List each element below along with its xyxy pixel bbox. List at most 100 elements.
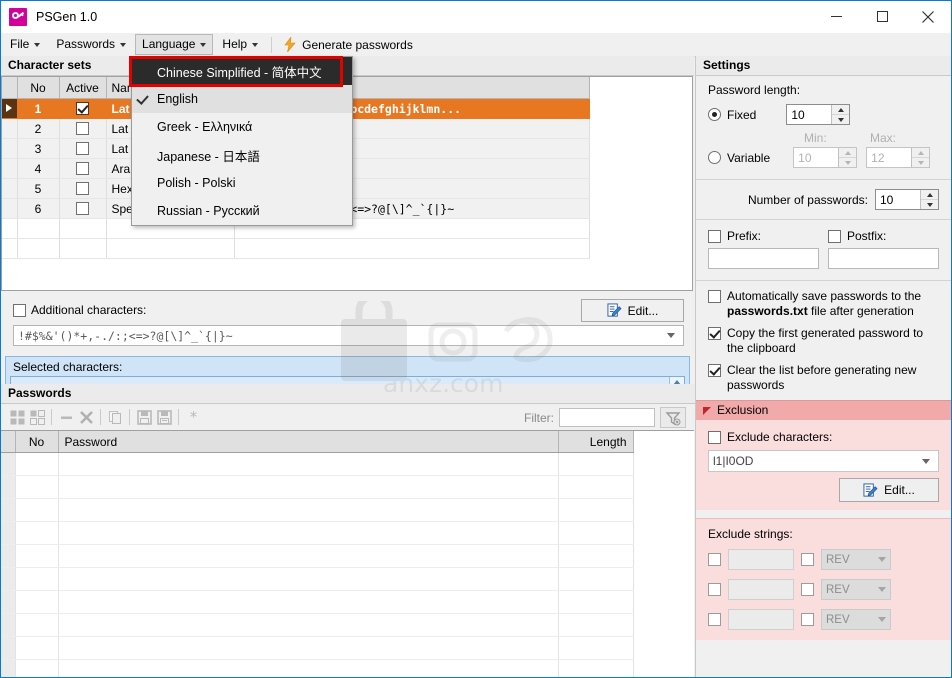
exclude-string-rev-checkbox[interactable] <box>801 583 814 596</box>
exclude-characters-toggle[interactable]: Exclude characters: <box>708 430 939 444</box>
table-row-empty[interactable] <box>1 475 634 499</box>
cell-active[interactable] <box>59 138 107 159</box>
cell-active[interactable] <box>59 178 107 199</box>
number-of-passwords-up[interactable] <box>921 190 938 200</box>
postfix-checkbox[interactable] <box>828 229 841 243</box>
col-password[interactable]: Password <box>58 431 559 453</box>
min-length-stepper[interactable]: 10 <box>793 147 858 168</box>
option-autosave[interactable]: Automatically save passwords to the pass… <box>708 289 941 319</box>
active-checkbox[interactable] <box>76 181 89 195</box>
active-checkbox[interactable] <box>76 121 89 135</box>
additional-characters-toggle[interactable]: Additional characters: <box>13 303 146 317</box>
exclusion-header[interactable]: Exclusion <box>696 400 951 420</box>
exclude-characters-combo[interactable]: l1|I0OD <box>708 450 939 472</box>
maximize-button[interactable] <box>859 1 905 32</box>
menu-passwords[interactable]: Passwords <box>49 34 133 55</box>
remove-icon[interactable] <box>56 407 76 427</box>
asterisk-icon[interactable]: * <box>183 407 203 427</box>
generate-passwords-button[interactable]: Generate passwords <box>278 35 419 54</box>
copy-icon[interactable] <box>105 407 125 427</box>
postfix-toggle[interactable]: Postfix: <box>828 229 886 243</box>
max-length-stepper[interactable]: 12 <box>866 147 931 168</box>
col-active[interactable]: Active <box>59 77 107 99</box>
save-all-icon[interactable] <box>154 407 174 427</box>
table-row-empty[interactable] <box>1 498 634 522</box>
filter-input[interactable] <box>559 408 655 427</box>
chevron-down-icon[interactable] <box>667 333 675 338</box>
fixed-length-stepper[interactable]: 10 <box>786 104 851 125</box>
chevron-down-icon[interactable] <box>922 458 930 464</box>
exclude-string-rev-select[interactable]: REV <box>821 579 891 600</box>
menu-file[interactable]: File <box>3 34 47 55</box>
option-copy-clipboard[interactable]: Copy the first generated password to the… <box>708 326 941 356</box>
exclude-characters-checkbox[interactable] <box>708 430 721 444</box>
max-length-up[interactable] <box>912 148 930 158</box>
col-password-no[interactable]: No <box>15 431 59 453</box>
col-password-length[interactable]: Length <box>558 431 634 453</box>
fixed-radio[interactable] <box>708 108 721 121</box>
menu-help[interactable]: Help <box>215 34 265 55</box>
table-row-empty[interactable] <box>1 613 634 637</box>
min-length-up[interactable] <box>839 148 857 158</box>
max-length-down[interactable] <box>912 158 929 167</box>
active-checkbox[interactable] <box>76 201 89 215</box>
menu-language[interactable]: Language <box>135 34 214 55</box>
passwords-grid[interactable]: No Password Length <box>1 430 694 677</box>
table-row-empty[interactable] <box>1 452 634 476</box>
additional-characters-checkbox[interactable] <box>13 303 26 317</box>
active-checkbox[interactable] <box>76 101 89 115</box>
save-icon[interactable] <box>134 407 154 427</box>
autosave-checkbox[interactable] <box>708 290 721 303</box>
select-all-icon[interactable] <box>7 407 27 427</box>
additional-characters-combo[interactable]: !#$%&'()*+,-./:;<=>?@[\]^_`{|}~ <box>13 325 684 346</box>
cell-active[interactable] <box>59 198 107 219</box>
exclude-string-input[interactable] <box>728 549 794 570</box>
postfix-input[interactable] <box>828 248 939 269</box>
fixed-length-down[interactable] <box>832 115 849 124</box>
exclude-string-rev-select[interactable]: REV <box>821 609 891 630</box>
table-row-empty[interactable] <box>1 636 634 660</box>
menu-item-russian[interactable]: Russian - Русский <box>132 197 352 225</box>
clear-list-checkbox[interactable] <box>708 364 721 377</box>
exclude-string-checkbox[interactable] <box>708 613 721 626</box>
menu-item-english[interactable]: English <box>132 85 352 113</box>
cell-active[interactable] <box>59 158 107 179</box>
min-length-down[interactable] <box>839 158 856 167</box>
delete-icon[interactable] <box>76 407 96 427</box>
close-button[interactable] <box>905 1 951 32</box>
active-checkbox[interactable] <box>76 141 89 155</box>
variable-radio[interactable] <box>708 151 721 164</box>
exclude-string-input[interactable] <box>728 609 794 630</box>
active-checkbox[interactable] <box>76 161 89 175</box>
exclusion-edit-button[interactable]: Edit... <box>839 478 939 502</box>
exclude-string-rev-checkbox[interactable] <box>801 553 814 566</box>
cell-active[interactable] <box>59 98 107 119</box>
number-of-passwords-stepper[interactable]: 10 <box>875 189 939 210</box>
option-clear-list[interactable]: Clear the list before generating new pas… <box>708 363 941 393</box>
minimize-button[interactable] <box>813 1 859 32</box>
filter-clear-button[interactable] <box>660 407 686 428</box>
cell-active[interactable] <box>59 118 107 139</box>
exclude-string-checkbox[interactable] <box>708 553 721 566</box>
fixed-length-up[interactable] <box>832 105 850 115</box>
menu-item-greek[interactable]: Greek - Ελληνικά <box>132 113 352 141</box>
table-row-empty[interactable] <box>1 544 634 568</box>
table-row-empty[interactable] <box>1 590 634 614</box>
table-row-empty[interactable] <box>1 659 634 677</box>
exclude-string-rev-checkbox[interactable] <box>801 613 814 626</box>
table-row-empty[interactable] <box>1 567 634 591</box>
menu-item-polish[interactable]: Polish - Polski <box>132 169 352 197</box>
menu-item-japanese[interactable]: Japanese - 日本語 <box>132 141 352 169</box>
exclude-string-checkbox[interactable] <box>708 583 721 596</box>
prefix-input[interactable] <box>708 248 819 269</box>
col-no[interactable]: No <box>17 77 60 99</box>
additional-edit-button[interactable]: Edit... <box>581 299 684 322</box>
prefix-toggle[interactable]: Prefix: <box>708 229 828 243</box>
deselect-all-icon[interactable] <box>27 407 47 427</box>
prefix-checkbox[interactable] <box>708 229 721 243</box>
copy-clipboard-checkbox[interactable] <box>708 327 721 340</box>
exclude-string-rev-select[interactable]: REV <box>821 549 891 570</box>
table-row-empty[interactable] <box>1 521 634 545</box>
number-of-passwords-down[interactable] <box>921 200 938 209</box>
exclude-string-input[interactable] <box>728 579 794 600</box>
